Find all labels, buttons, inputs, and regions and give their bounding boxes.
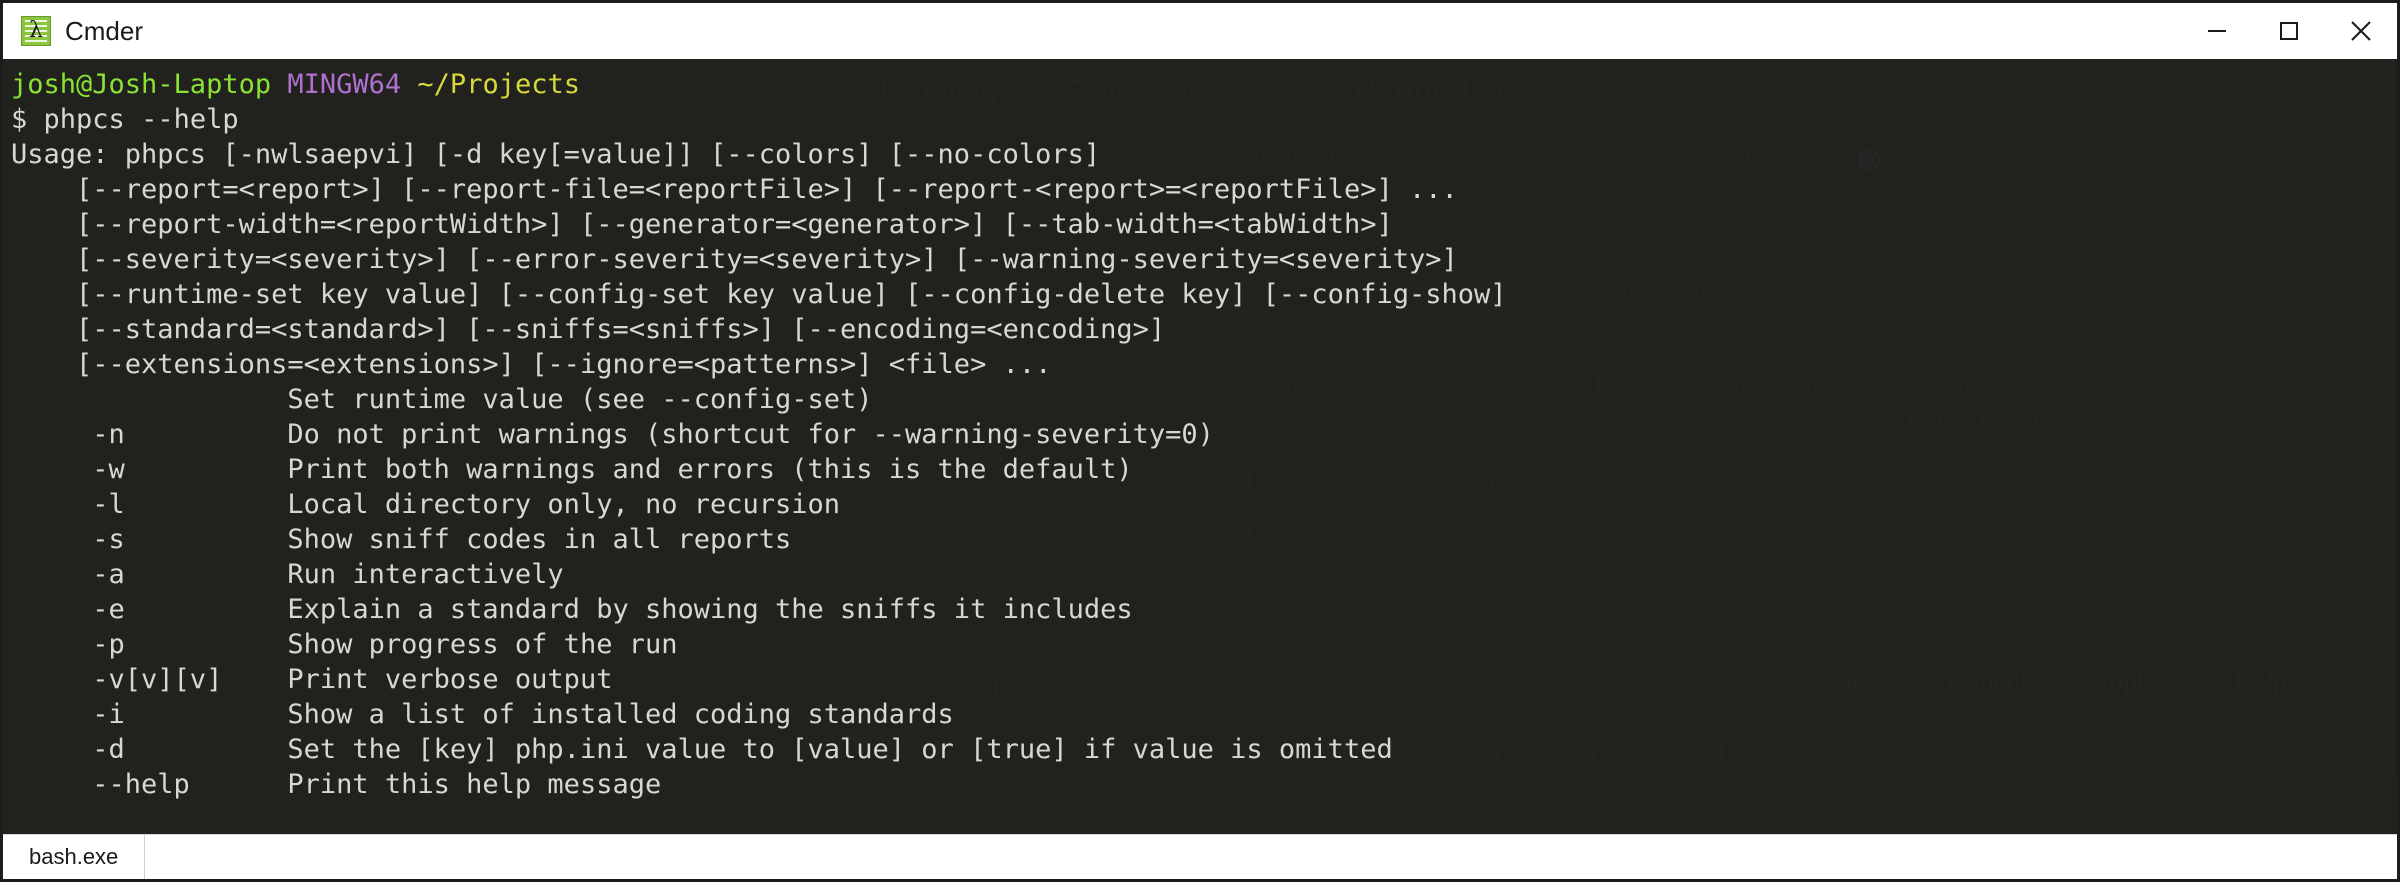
close-icon bbox=[2351, 21, 2371, 41]
terminal-tab-bash[interactable]: bash.exe bbox=[3, 835, 146, 879]
terminal-output-line: -w Print both warnings and errors (this … bbox=[11, 454, 1133, 485]
terminal-output-line: -v[v][v] Print verbose output bbox=[11, 664, 613, 695]
terminal-output-line: -p Show progress of the run bbox=[11, 629, 678, 660]
terminal-output-line: [--extensions=<extensions>] [--ignore=<p… bbox=[11, 349, 1052, 380]
terminal-output-line: [--severity=<severity>] [--error-severit… bbox=[11, 244, 1458, 275]
prompt-user-host: josh@Josh-Laptop bbox=[11, 69, 272, 100]
terminal-output-line: -s Show sniff codes in all reports bbox=[11, 524, 792, 555]
window-controls bbox=[2181, 3, 2397, 59]
prompt-space-1 bbox=[271, 69, 287, 100]
minimize-button[interactable] bbox=[2181, 3, 2253, 59]
maximize-icon bbox=[2280, 22, 2298, 40]
title-bar-left: λ Cmder bbox=[3, 16, 2181, 47]
terminal-output-line: -l Local directory only, no recursion bbox=[11, 489, 841, 520]
prompt-path: ~/Projects bbox=[417, 69, 580, 100]
terminal-prompt-line: josh@Josh-Laptop MINGW64 ~/Projects bbox=[11, 67, 2397, 102]
cmder-window: 252 253 254 255 256 257 258 259 260 261 … bbox=[0, 0, 2400, 882]
title-bar[interactable]: λ Cmder bbox=[3, 3, 2397, 59]
terminal-output-line: [--standard=<standard>] [--sniffs=<sniff… bbox=[11, 314, 1166, 345]
status-bar-empty-area bbox=[145, 835, 2397, 879]
terminal-output-line: Usage: phpcs [-nwlsaepvi] [-d key[=value… bbox=[11, 139, 1101, 170]
terminal-output-line: [--runtime-set key value] [--config-set … bbox=[11, 279, 1507, 310]
terminal-output-line: [--report-width=<reportWidth>] [--genera… bbox=[11, 209, 1393, 240]
cmder-icon-lambda-glyph: λ bbox=[29, 18, 43, 43]
maximize-button[interactable] bbox=[2253, 3, 2325, 59]
terminal-output-area[interactable]: josh@Josh-Laptop MINGW64 ~/Projects $ ph… bbox=[3, 59, 2397, 834]
prompt-shell: MINGW64 bbox=[287, 69, 402, 100]
prompt-symbol: $ bbox=[11, 104, 28, 135]
terminal-output-line: --help Print this help message bbox=[11, 769, 662, 800]
terminal-output-line: -i Show a list of installed coding stand… bbox=[11, 699, 954, 730]
terminal-output-line: -a Run interactively bbox=[11, 559, 564, 590]
terminal-output-line: -e Explain a standard by showing the sni… bbox=[11, 594, 1133, 625]
terminal-output-line: -n Do not print warnings (shortcut for -… bbox=[11, 419, 1214, 450]
window-title: Cmder bbox=[65, 15, 144, 46]
cmder-lambda-icon: λ bbox=[21, 16, 51, 46]
prompt-space-3 bbox=[27, 104, 43, 135]
terminal-command-line: $ phpcs --help bbox=[11, 102, 2397, 137]
close-button[interactable] bbox=[2325, 3, 2397, 59]
status-bar: bash.exe bbox=[3, 834, 2397, 879]
prompt-space-2 bbox=[401, 69, 417, 100]
terminal-output-line: Set runtime value (see --config-set) bbox=[11, 384, 873, 415]
terminal-output-line: [--report=<report>] [--report-file=<repo… bbox=[11, 174, 1458, 205]
terminal-command: phpcs --help bbox=[43, 104, 239, 135]
terminal-output-line: -d Set the [key] php.ini value to [value… bbox=[11, 734, 1393, 765]
minimize-icon bbox=[2208, 30, 2226, 32]
